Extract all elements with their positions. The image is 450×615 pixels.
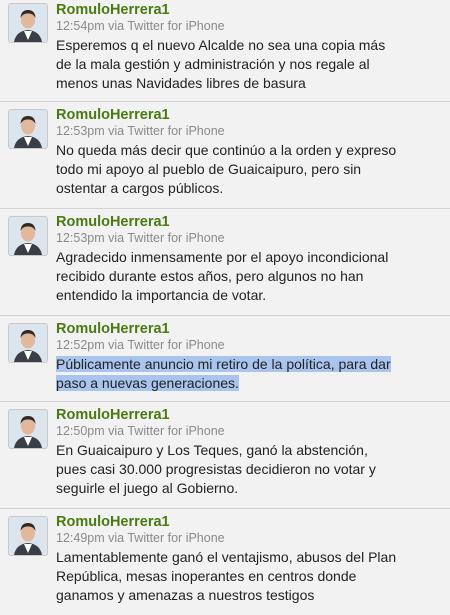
avatar[interactable] bbox=[8, 323, 48, 363]
tweet-meta: 12:52pm via Twitter for iPhone bbox=[56, 338, 225, 352]
tweet-text-line: Lamentablemente ganó el ventajismo, abus… bbox=[56, 549, 397, 565]
username[interactable]: RomuloHerrera1 bbox=[56, 514, 438, 531]
tweet-text-line: recibido durante estos años, pero alguno… bbox=[56, 268, 364, 284]
tweet-text-line: ganamos y amenazas a nuestros testigos bbox=[56, 587, 315, 603]
selected-text[interactable]: paso a nuevas generaciones. bbox=[56, 375, 239, 391]
tweet-meta: 12:53pm via Twitter for iPhone bbox=[56, 124, 225, 138]
avatar[interactable] bbox=[8, 3, 48, 43]
tweet-meta: 12:54pm via Twitter for iPhone bbox=[56, 19, 225, 33]
tweet-text-line: No queda más decir que continúo a la ord… bbox=[56, 142, 397, 158]
tweet-text[interactable]: Públicamente anuncio mi retiro de la pol… bbox=[56, 355, 438, 393]
tweet-text: Esperemos q el nuevo Alcalde no sea una … bbox=[56, 36, 438, 93]
tweet-item[interactable]: RomuloHerrera1 12:52pm via Twitter for i… bbox=[0, 316, 450, 402]
tweet-item[interactable]: RomuloHerrera1 12:54pm via Twitter for i… bbox=[0, 0, 450, 102]
username[interactable]: RomuloHerrera1 bbox=[56, 407, 438, 424]
user-photo-icon bbox=[9, 517, 47, 555]
username[interactable]: RomuloHerrera1 bbox=[56, 214, 438, 231]
tweet-text-line: todo mi apoyo al pueblo de Guaicaipuro, … bbox=[56, 161, 362, 177]
avatar[interactable] bbox=[8, 409, 48, 449]
tweet-item[interactable]: RomuloHerrera1 12:53pm via Twitter for i… bbox=[0, 209, 450, 316]
tweet-text-line: Agradecido inmensamente por el apoyo inc… bbox=[56, 249, 389, 265]
tweet-text-line: En Guaicaipuro y Los Teques, ganó la abs… bbox=[56, 442, 368, 458]
tweet-text-line: seguirle el juego al Gobierno. bbox=[56, 480, 239, 496]
tweet-text-line: Esperemos q el nuevo Alcalde no sea una … bbox=[56, 37, 386, 53]
username[interactable]: RomuloHerrera1 bbox=[56, 321, 438, 338]
selected-text[interactable]: Públicamente anuncio mi retiro de la pol… bbox=[56, 356, 391, 372]
tweet-item[interactable]: RomuloHerrera1 12:49pm via Twitter for i… bbox=[0, 509, 450, 615]
username[interactable]: RomuloHerrera1 bbox=[56, 2, 438, 19]
avatar[interactable] bbox=[8, 516, 48, 556]
tweet-text-line: menos unas Navidades libres de basura bbox=[56, 75, 306, 91]
avatar[interactable] bbox=[8, 109, 48, 149]
tweet-text: No queda más decir que continúo a la ord… bbox=[56, 141, 438, 198]
user-photo-icon bbox=[9, 4, 47, 42]
tweet-meta: 12:50pm via Twitter for iPhone bbox=[56, 424, 225, 438]
avatar[interactable] bbox=[8, 216, 48, 256]
tweet-meta: 12:53pm via Twitter for iPhone bbox=[56, 231, 225, 245]
tweet-item[interactable]: RomuloHerrera1 12:53pm via Twitter for i… bbox=[0, 102, 450, 209]
user-photo-icon bbox=[9, 217, 47, 255]
tweet-item[interactable]: RomuloHerrera1 12:50pm via Twitter for i… bbox=[0, 402, 450, 509]
tweet-text: Agradecido inmensamente por el apoyo inc… bbox=[56, 248, 438, 305]
user-photo-icon bbox=[9, 110, 47, 148]
user-photo-icon bbox=[9, 324, 47, 362]
user-photo-icon bbox=[9, 410, 47, 448]
tweet-feed: RomuloHerrera1 12:54pm via Twitter for i… bbox=[0, 0, 450, 615]
username[interactable]: RomuloHerrera1 bbox=[56, 107, 438, 124]
tweet-text-line: República, mesas inoperantes en centros … bbox=[56, 568, 357, 584]
tweet-meta: 12:49pm via Twitter for iPhone bbox=[56, 531, 225, 545]
tweet-text-line: de la mala gestión y administración y no… bbox=[56, 56, 370, 72]
tweet-text-line: pues casi 30.000 progresistas decidieron… bbox=[56, 461, 376, 477]
tweet-text: Lamentablemente ganó el ventajismo, abus… bbox=[56, 548, 438, 605]
tweet-text-line: ostentar a cargos públicos. bbox=[56, 180, 224, 196]
tweet-text-line: entendido la importancia de votar. bbox=[56, 287, 267, 303]
tweet-text: En Guaicaipuro y Los Teques, ganó la abs… bbox=[56, 441, 438, 498]
